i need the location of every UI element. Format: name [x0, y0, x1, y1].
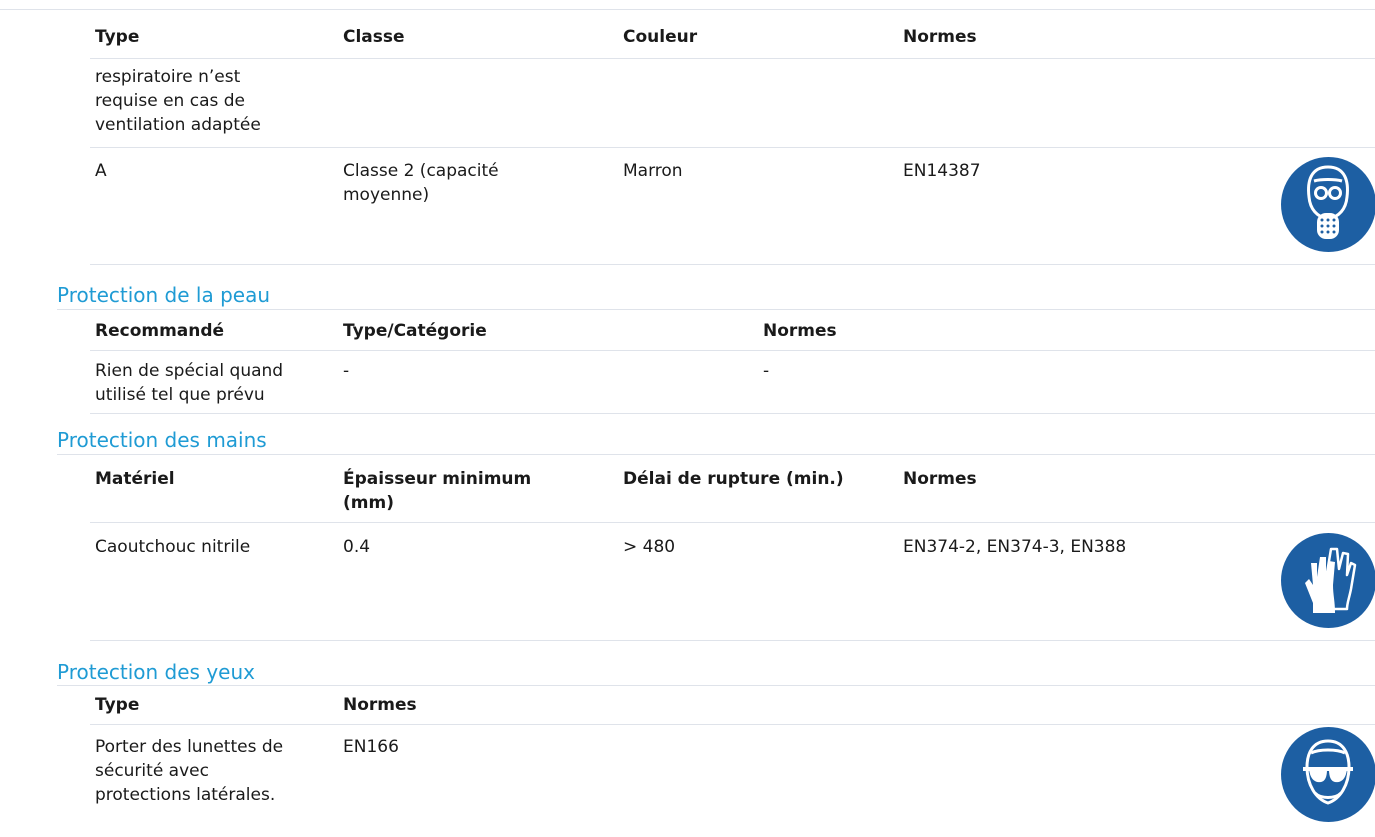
hands-bottom-rule — [90, 640, 1375, 641]
skin-header-recommended: Recommandé — [95, 321, 225, 341]
skin-title-rule — [57, 309, 1375, 310]
eyes-row-type-3: protections latérales. — [95, 785, 276, 805]
eyes-row-type-2: sécurité avec — [95, 761, 209, 781]
hands-section-title: Protection des mains — [57, 428, 267, 452]
eyes-row-type-1: Porter des lunettes de — [95, 737, 284, 757]
skin-row-rec-1: Rien de spécial quand — [95, 361, 284, 381]
hands-header-material: Matériel — [95, 469, 175, 489]
resp-header-class: Classe — [343, 27, 405, 47]
eyes-header-type: Type — [95, 695, 140, 715]
resp-bottom-rule — [90, 264, 1375, 265]
hands-header-thickness-2: (mm) — [343, 493, 394, 513]
resp-row-type: A — [95, 161, 107, 181]
respirator-mask-icon — [1281, 157, 1375, 252]
resp-row-color: Marron — [623, 161, 683, 181]
hands-row-norms: EN374-2, EN374-3, EN388 — [903, 537, 1127, 557]
resp-row-rule — [90, 147, 1375, 148]
eyes-section-title: Protection des yeux — [57, 660, 255, 684]
eyes-header-norms: Normes — [343, 695, 417, 715]
skin-header-norms: Normes — [763, 321, 837, 341]
hands-title-rule — [57, 454, 1375, 455]
hands-header-rule — [90, 522, 1375, 523]
resp-type-line-1: respiratoire n’est — [95, 67, 241, 87]
skin-header-type: Type/Catégorie — [343, 321, 487, 341]
resp-type-line-2: requise en cas de — [95, 91, 245, 111]
eyes-row-norm: EN166 — [343, 737, 399, 757]
gloves-icon — [1281, 533, 1375, 628]
eyes-header-rule — [90, 724, 1375, 725]
resp-row-class-2: moyenne) — [343, 185, 430, 205]
top-rule — [0, 9, 1375, 10]
hands-header-norms: Normes — [903, 469, 977, 489]
skin-header-rule — [90, 350, 1375, 351]
skin-row-type: - — [343, 361, 350, 381]
resp-type-line-3: ventilation adaptée — [95, 115, 261, 135]
resp-row-class-1: Classe 2 (capacité — [343, 161, 499, 181]
eyes-title-rule — [57, 685, 1375, 686]
skin-row-rec-2: utilisé tel que prévu — [95, 385, 265, 405]
resp-header-type: Type — [95, 27, 140, 47]
resp-header-rule — [90, 58, 1375, 59]
skin-section-title: Protection de la peau — [57, 283, 270, 307]
resp-header-color: Couleur — [623, 27, 698, 47]
safety-glasses-icon — [1281, 727, 1375, 822]
hands-row-breakthrough: > 480 — [623, 537, 676, 557]
skin-bottom-rule — [90, 413, 1375, 414]
hands-header-breakthrough: Délai de rupture (min.) — [623, 469, 844, 489]
hands-header-thickness-1: Épaisseur minimum — [343, 469, 532, 489]
hands-row-thickness: 0.4 — [343, 537, 371, 557]
skin-row-norm: - — [763, 361, 770, 381]
resp-row-norm: EN14387 — [903, 161, 981, 181]
hands-row-material: Caoutchouc nitrile — [95, 537, 251, 557]
resp-header-norms: Normes — [903, 27, 977, 47]
